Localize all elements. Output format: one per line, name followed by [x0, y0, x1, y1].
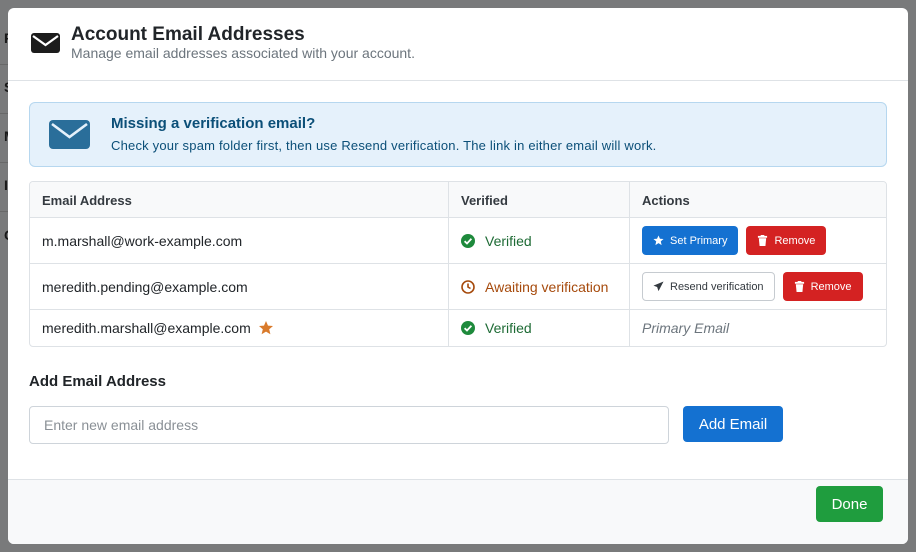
clock-icon — [461, 279, 475, 294]
modal-footer — [8, 479, 908, 544]
add-email-label: Add Email Address — [29, 373, 166, 390]
remove-button[interactable]: Remove — [746, 226, 827, 255]
star-icon — [258, 321, 273, 335]
status-text: Verified — [485, 320, 532, 336]
email-cell: meredith.marshall@example.com — [30, 310, 449, 346]
check-circle-icon — [461, 321, 475, 335]
remove-button[interactable]: Remove — [782, 272, 863, 301]
actions-cell: Primary Email — [630, 310, 886, 346]
set-primary-button[interactable]: Set Primary — [642, 226, 739, 255]
status-cell: Verified — [449, 218, 630, 263]
table-row: meredith.marshall@example.com Verified P… — [30, 310, 886, 346]
button-label: Set Primary — [670, 234, 728, 247]
email-address: m.marshall@work-example.com — [30, 218, 449, 263]
trash-icon — [758, 235, 768, 246]
status-text: Awaiting verification — [485, 278, 609, 295]
column-header-verified: Verified — [449, 182, 630, 218]
modal-subtitle: Manage email addresses associated with y… — [71, 45, 415, 61]
trash-icon — [794, 281, 804, 292]
primary-email-label: Primary Email — [642, 320, 730, 336]
email-address: meredith.marshall@example.com — [42, 320, 251, 336]
actions-cell: Set Primary Remove — [630, 218, 886, 263]
alert-text: Check your spam folder first, then use R… — [111, 138, 657, 153]
envelope-icon — [49, 120, 90, 149]
status-cell: Verified — [449, 310, 630, 346]
add-email-button[interactable]: Add Email — [683, 406, 783, 442]
verification-alert: Missing a verification email? Check your… — [29, 102, 887, 167]
done-button[interactable]: Done — [816, 486, 883, 522]
check-circle-icon — [461, 233, 475, 248]
button-label: Resend verification — [670, 280, 764, 293]
button-label: Remove — [774, 234, 816, 247]
email-table: Email Address Verified Actions m.marshal… — [29, 181, 887, 347]
envelope-icon — [31, 33, 60, 53]
modal-header: Account Email Addresses Manage email add… — [8, 8, 908, 81]
table-row: m.marshall@work-example.com Verified Set… — [30, 218, 886, 264]
star-icon — [653, 235, 664, 246]
table-row: meredith.pending@example.com Awaiting ve… — [30, 264, 886, 310]
column-header-email: Email Address — [30, 182, 449, 218]
status-cell: Awaiting verification — [449, 264, 630, 309]
email-address: meredith.pending@example.com — [30, 264, 449, 309]
actions-cell: Resend verification Remove — [630, 264, 886, 309]
status-text: Verified — [485, 232, 532, 249]
email-addresses-modal: Account Email Addresses Manage email add… — [8, 8, 908, 544]
column-header-actions: Actions — [630, 182, 886, 218]
button-label: Remove — [810, 280, 852, 293]
paper-plane-icon — [653, 281, 664, 292]
new-email-input[interactable] — [29, 406, 669, 444]
modal-title: Account Email Addresses — [71, 24, 305, 45]
resend-verification-button[interactable]: Resend verification — [642, 272, 775, 301]
alert-title: Missing a verification email? — [111, 115, 316, 132]
